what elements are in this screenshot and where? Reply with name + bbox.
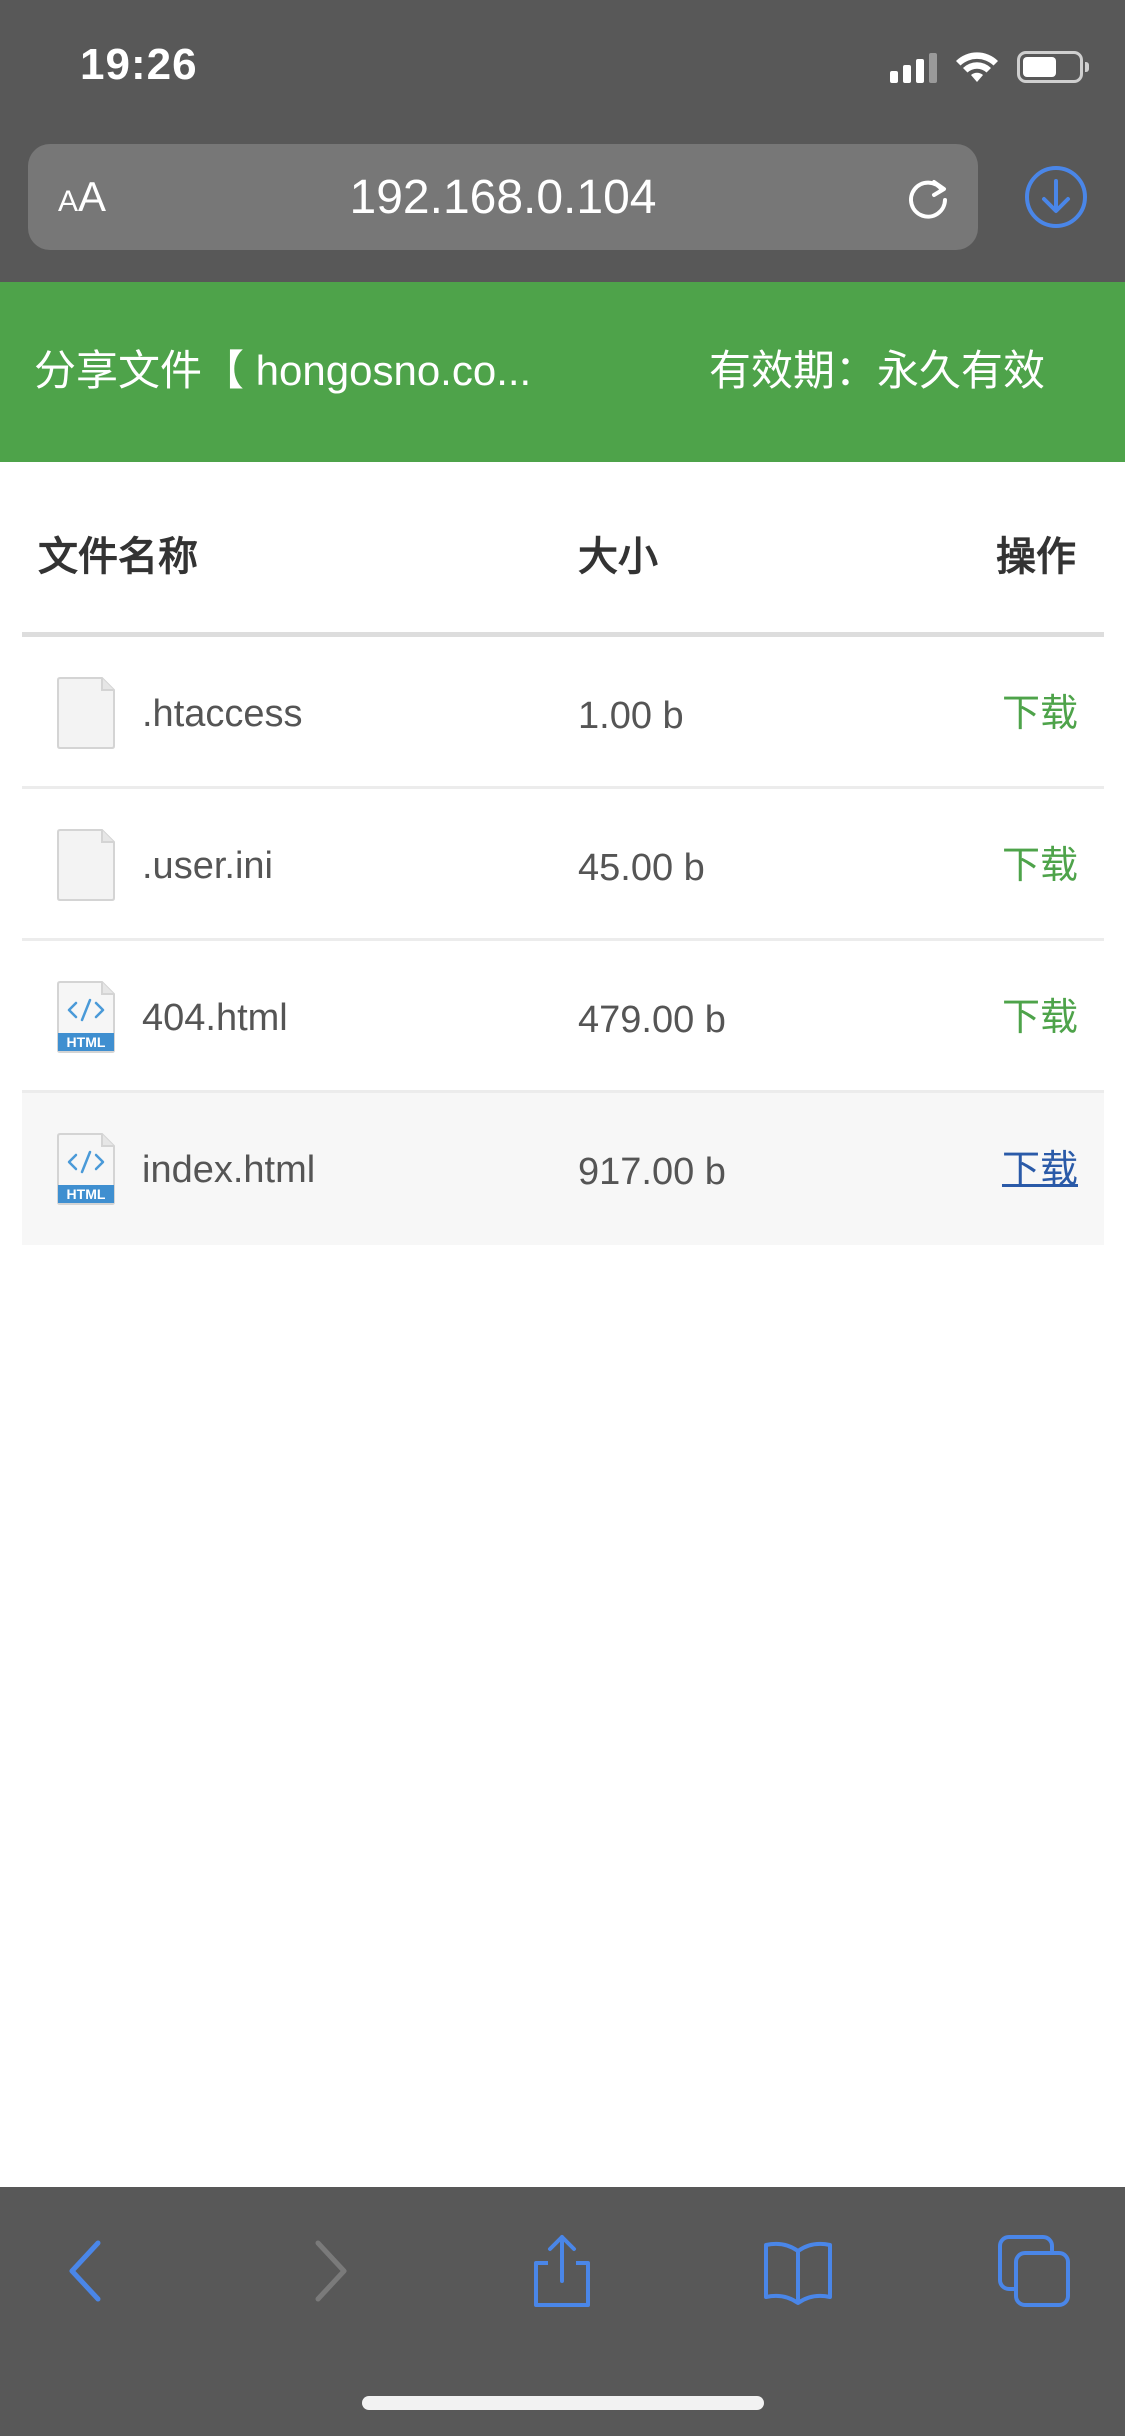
download-icon[interactable] xyxy=(1023,164,1089,230)
file-name: .user.ini xyxy=(142,845,273,887)
file-table: 文件名称 大小 操作 .htaccess 1.00 b 下载 .user.ini… xyxy=(22,462,1104,1245)
bookmarks-icon[interactable] xyxy=(758,2231,838,2311)
html-file-icon: HTML xyxy=(57,981,115,1053)
share-icon[interactable] xyxy=(522,2231,602,2311)
svg-text:HTML: HTML xyxy=(67,1186,106,1202)
download-link[interactable]: 下载 xyxy=(1002,1147,1078,1193)
file-name: 404.html xyxy=(142,997,288,1039)
file-size: 917.00 b xyxy=(578,1151,726,1193)
column-header-action: 操作 xyxy=(996,535,1076,579)
download-link[interactable]: 下载 xyxy=(1002,691,1078,737)
file-name: .htaccess xyxy=(142,693,303,735)
address-bar[interactable]: AA 192.168.0.104 xyxy=(28,144,978,250)
file-size: 1.00 b xyxy=(578,695,684,737)
share-header: 分享文件【 hongosno.co... 有效期：永久有效 xyxy=(0,282,1125,462)
status-time: 19:26 xyxy=(80,40,198,89)
column-header-size: 大小 xyxy=(578,535,658,579)
forward-icon[interactable] xyxy=(286,2231,366,2311)
table-row: HTML 404.html 479.00 b 下载 xyxy=(22,941,1104,1093)
html-file-icon: HTML xyxy=(57,1133,115,1205)
file-size: 45.00 b xyxy=(578,847,705,889)
table-header: 文件名称 大小 操作 xyxy=(22,462,1104,637)
file-size: 479.00 b xyxy=(578,999,726,1041)
battery-icon xyxy=(1017,51,1089,83)
column-header-name: 文件名称 xyxy=(38,535,198,579)
table-row: .htaccess 1.00 b 下载 xyxy=(22,637,1104,789)
browser-top-bar: 19:26 AA 192.168.0.104 xyxy=(0,0,1125,282)
generic-file-icon xyxy=(57,829,115,901)
reload-icon[interactable] xyxy=(900,170,956,226)
table-row: .user.ini 45.00 b 下载 xyxy=(22,789,1104,941)
download-link[interactable]: 下载 xyxy=(1002,995,1078,1041)
file-name: index.html xyxy=(142,1149,316,1191)
share-title: 分享文件【 hongosno.co... xyxy=(34,347,532,394)
expiry-text: 有效期：永久有效 xyxy=(708,347,1045,394)
url-text[interactable]: 192.168.0.104 xyxy=(28,172,978,224)
svg-text:HTML: HTML xyxy=(67,1034,106,1050)
back-icon[interactable] xyxy=(50,2231,130,2311)
status-icons xyxy=(890,50,1089,84)
download-link[interactable]: 下载 xyxy=(1002,843,1078,889)
generic-file-icon xyxy=(57,677,115,749)
wifi-icon xyxy=(956,52,998,82)
tabs-icon[interactable] xyxy=(994,2231,1074,2311)
table-row: HTML index.html 917.00 b 下载 xyxy=(22,1093,1104,1245)
cellular-signal-icon xyxy=(890,51,937,83)
home-indicator xyxy=(362,2396,764,2410)
